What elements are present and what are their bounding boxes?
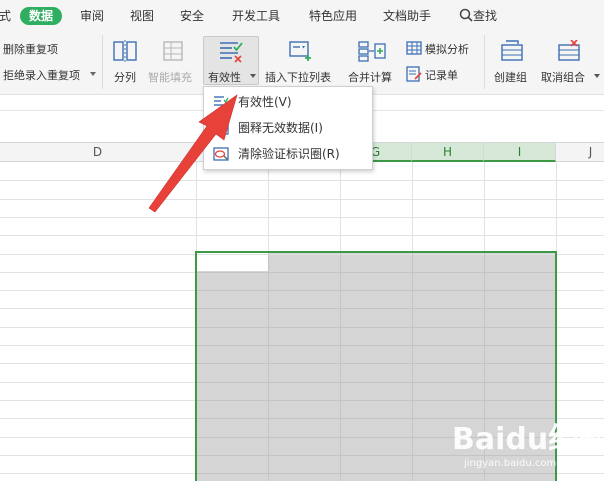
ribbon-divider bbox=[484, 35, 485, 89]
split-column-button[interactable]: 分列 bbox=[114, 69, 136, 85]
tab-view[interactable]: 视图 bbox=[130, 7, 154, 25]
menu-item-clear-circles[interactable]: 清除验证标识圈(R) bbox=[204, 141, 372, 167]
chevron-down-icon bbox=[250, 74, 256, 78]
row-gridline bbox=[0, 217, 604, 218]
split-column-icon bbox=[113, 40, 137, 62]
merge-calc-button[interactable]: 合并计算 bbox=[348, 69, 392, 85]
record-sheet-icon bbox=[406, 66, 422, 82]
validity-dropdown-menu: 有效性(V) 圈释无效数据(I) 清除验证标识圈(R) bbox=[203, 86, 373, 170]
validity-icon bbox=[214, 96, 229, 109]
spreadsheet-app: 式 数据 审阅 视图 安全 开发工具 特色应用 文档助手 查找 删除重复项 拒绝… bbox=[0, 0, 604, 481]
column-header-h[interactable]: H bbox=[412, 143, 484, 162]
menu-item-circle-invalid-label: 圈释无效数据(I) bbox=[238, 121, 323, 135]
tab-developer[interactable]: 开发工具 bbox=[232, 7, 280, 25]
column-header-j[interactable]: J bbox=[556, 143, 604, 162]
watermark-url: jingyan.baidu.com bbox=[464, 458, 557, 469]
what-if-analysis-button[interactable]: 模拟分析 bbox=[425, 41, 469, 57]
row-gridline bbox=[0, 180, 604, 181]
menu-item-circle-invalid[interactable]: 圈释无效数据(I) bbox=[204, 115, 372, 141]
search-label: 查找 bbox=[473, 9, 498, 23]
smart-fill-button[interactable]: 智能填充 bbox=[148, 69, 192, 85]
tab-doc-assistant[interactable]: 文档助手 bbox=[383, 7, 431, 25]
what-if-icon bbox=[406, 41, 422, 55]
watermark-brand: Baidu经验 bbox=[452, 422, 604, 457]
clear-circles-icon bbox=[213, 147, 229, 161]
circle-invalid-icon bbox=[213, 121, 229, 135]
menu-item-validity-label: 有效性(V) bbox=[238, 95, 292, 109]
merge-calc-icon bbox=[358, 41, 386, 62]
tab-features[interactable]: 特色应用 bbox=[309, 7, 357, 25]
row-gridline bbox=[0, 199, 604, 200]
insert-dropdown-list-button[interactable]: 插入下拉列表 bbox=[265, 69, 331, 85]
remove-duplicates-button[interactable]: 删除重复项 bbox=[3, 41, 58, 57]
search-button[interactable]: 查找 bbox=[459, 7, 497, 25]
chevron-down-icon bbox=[90, 72, 96, 76]
smart-fill-icon bbox=[163, 41, 183, 61]
ungroup-button[interactable]: 取消组合 bbox=[541, 69, 585, 85]
validity-button[interactable]: 有效性 bbox=[208, 69, 241, 85]
chevron-down-icon bbox=[594, 74, 600, 78]
menu-tab-bar: 式 数据 审阅 视图 安全 开发工具 特色应用 文档助手 查找 bbox=[0, 0, 604, 31]
menu-item-clear-circles-label: 清除验证标识圈(R) bbox=[238, 147, 340, 161]
baidu-watermark: Baidu经验 jingyan.baidu.com bbox=[452, 414, 604, 478]
column-header-d[interactable]: D bbox=[0, 143, 196, 162]
search-icon bbox=[459, 8, 473, 22]
ungroup-icon bbox=[558, 40, 580, 61]
ribbon-divider bbox=[102, 35, 103, 89]
insert-dropdown-icon bbox=[289, 41, 311, 61]
tab-data[interactable]: 数据 bbox=[20, 7, 63, 25]
create-group-icon bbox=[501, 40, 523, 61]
create-group-button[interactable]: 创建组 bbox=[494, 69, 527, 85]
reject-duplicates-button[interactable]: 拒绝录入重复项 bbox=[3, 67, 80, 83]
validity-icon bbox=[220, 42, 243, 63]
record-sheet-button[interactable]: 记录单 bbox=[425, 67, 458, 83]
menu-item-validity[interactable]: 有效性(V) bbox=[204, 89, 372, 115]
column-header-i[interactable]: I bbox=[484, 143, 556, 162]
tab-review[interactable]: 审阅 bbox=[80, 7, 104, 25]
row-gridline bbox=[0, 235, 604, 236]
tab-security[interactable]: 安全 bbox=[180, 7, 204, 25]
tab-formula-partial[interactable]: 式 bbox=[0, 7, 11, 25]
